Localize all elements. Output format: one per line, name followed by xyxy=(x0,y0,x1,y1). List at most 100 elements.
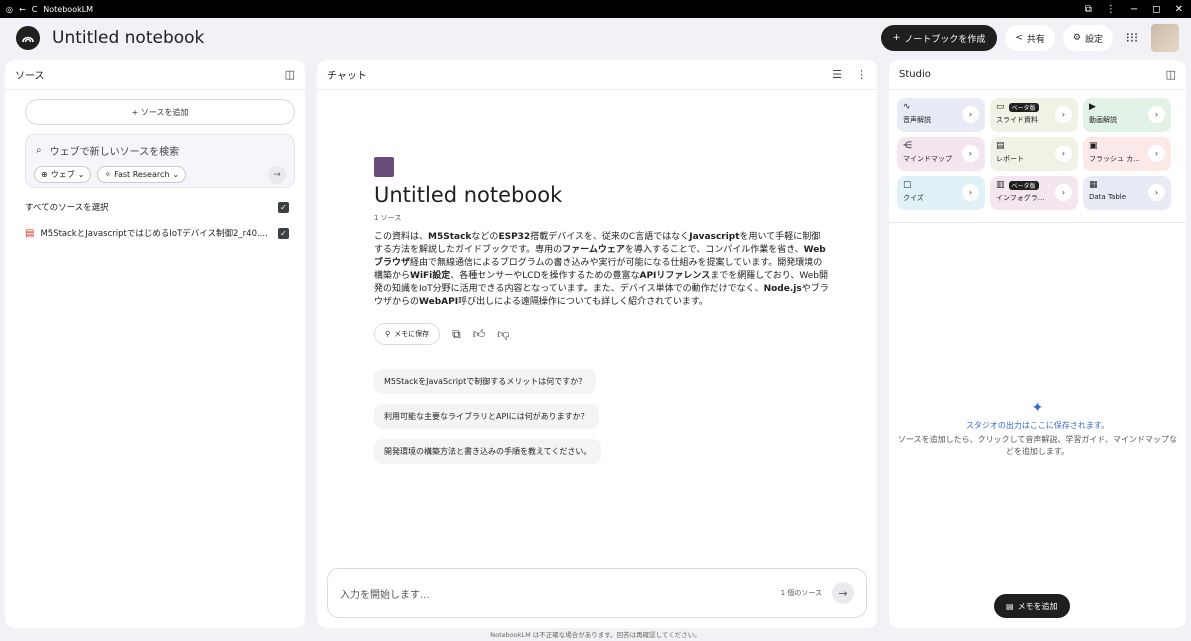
studio-tile[interactable]: ▥ ベータ版 インフォグラ... › xyxy=(990,176,1078,210)
studio-tile[interactable]: ▤ レポート › xyxy=(990,137,1078,171)
select-all-row[interactable]: すべてのソースを選択 ✓ xyxy=(5,196,305,218)
chevron-right-icon[interactable]: › xyxy=(962,106,979,123)
sources-panel: ソース ◫ + ソースを追加 ⌕ ウェブで新しいソースを検索 ⊕ ウェブ ⌄ ✧ Fast… xyxy=(5,60,305,628)
summary-segment: 呼び出しによる遠隔操作についても詳しく紹介されています。 xyxy=(458,297,708,307)
window-titlebar: ◎ ← C NotebookLM ⧉ ⋮ − ◻ ✕ xyxy=(0,0,1191,18)
maximize-button[interactable]: ◻ xyxy=(1152,4,1160,15)
chevron-down-icon: ⌄ xyxy=(172,170,180,179)
summary-segment: Javascript xyxy=(689,232,740,242)
web-source-dropdown[interactable]: ⊕ ウェブ ⌄ xyxy=(34,166,92,183)
tune-icon[interactable]: ☰ xyxy=(832,68,842,81)
thumbs-down-icon[interactable]: 👎︎ xyxy=(497,327,509,342)
suggested-question[interactable]: 開発環境の構築方法と書き込みの手順を教えてください。 xyxy=(374,439,602,464)
chevron-right-icon[interactable]: › xyxy=(1055,106,1072,123)
collapse-panel-icon[interactable]: ◫ xyxy=(285,68,295,81)
studio-panel: Studio ◫ ∿ 音声解説 › ▭ ベータ版 スライド資料 › ▶ 動画解説 › ⋲ マインドマップ… xyxy=(889,60,1186,628)
search-icon: ⌕ xyxy=(36,145,42,156)
globe-icon: ⊕ xyxy=(41,170,48,179)
research-icon: ✧ xyxy=(104,170,112,179)
studio-tile[interactable]: ▶ 動画解説 › xyxy=(1083,98,1171,132)
table-icon: ▦ xyxy=(1089,180,1098,190)
suggested-question[interactable]: M5StackをJavaScriptで制御するメリットは何ですか？ xyxy=(374,369,597,394)
studio-tile[interactable]: ⋲ マインドマップ › xyxy=(897,137,985,171)
source-checkbox[interactable]: ✓ xyxy=(278,227,289,239)
pin-icon: ⚲ xyxy=(385,330,391,338)
source-item-label: M5StackとJavascriptではじめるIoTデバイス制御2_r40...… xyxy=(40,229,268,239)
studio-tile[interactable]: ∿ 音声解説 › xyxy=(897,98,985,132)
summary-segment: Node.js xyxy=(763,284,802,294)
web-search-box: ⌕ ウェブで新しいソースを検索 ⊕ ウェブ ⌄ ✧ Fast Research ⌄ → xyxy=(25,134,295,188)
menu-button[interactable]: ⋮ xyxy=(1106,4,1116,15)
notebook-summary: この資料は、M5StackなどのESP32搭載デバイスを、従来のC言語ではなくJ… xyxy=(374,231,829,309)
plus-icon: + xyxy=(892,33,901,43)
note-icon: ▤ xyxy=(1006,601,1014,611)
send-button[interactable]: → xyxy=(832,582,854,604)
quiz-icon: ▢ xyxy=(903,180,912,190)
add-source-button[interactable]: + ソースを追加 xyxy=(25,99,295,125)
submit-search-button[interactable]: → xyxy=(268,166,286,184)
notebooklm-logo-icon[interactable] xyxy=(16,26,40,50)
chevron-right-icon[interactable]: › xyxy=(1148,106,1165,123)
share-icon: < xyxy=(1015,33,1023,43)
share-button[interactable]: < 共有 xyxy=(1005,25,1055,51)
chevron-right-icon[interactable]: › xyxy=(962,184,979,201)
extension-icon[interactable]: ⧉ xyxy=(1085,4,1092,15)
mindmap-icon: ⋲ xyxy=(903,141,912,151)
chevron-right-icon[interactable]: › xyxy=(1148,145,1165,162)
summary-segment: この資料は、 xyxy=(374,232,429,242)
summary-segment: などの xyxy=(471,232,499,242)
studio-title: Studio xyxy=(899,69,931,80)
plus-icon: + xyxy=(131,107,141,117)
pdf-icon: ▤ xyxy=(25,227,35,239)
summary-segment: ESP32 xyxy=(498,232,531,242)
chat-input[interactable]: 入力を開始します... 1 個のソース → xyxy=(327,568,867,618)
summary-segment: ファームウェア xyxy=(562,245,625,255)
audio-icon: ∿ xyxy=(903,102,911,112)
research-mode-dropdown[interactable]: ✧ Fast Research ⌄ xyxy=(97,166,187,183)
select-all-checkbox[interactable]: ✓ xyxy=(278,201,289,213)
settings-button[interactable]: ⚙ 設定 xyxy=(1062,25,1113,51)
chevron-right-icon[interactable]: › xyxy=(1055,145,1072,162)
chevron-right-icon[interactable]: › xyxy=(1148,184,1165,201)
app-small-icon: ◎ xyxy=(6,4,13,14)
suggested-question[interactable]: 利用可能な主要なライブラリとAPIには何がありますか？ xyxy=(374,404,599,429)
notebook-emoji-icon xyxy=(374,157,394,177)
studio-tile[interactable]: ▣ フラッシュ カ... › xyxy=(1083,137,1171,171)
studio-empty-state: ✦ スタジオの出力はここに保存されます。 ソースを追加したら、クリックして音声解… xyxy=(889,400,1186,458)
studio-tile[interactable]: ▭ ベータ版 スライド資料 › xyxy=(990,98,1078,132)
more-vert-icon[interactable]: ⋮ xyxy=(856,68,867,81)
collapse-panel-icon[interactable]: ◫ xyxy=(1166,68,1176,81)
thumbs-up-icon[interactable]: 👍︎ xyxy=(473,327,486,342)
summary-segment: APIリファレンス xyxy=(639,271,711,281)
reload-button[interactable]: C xyxy=(32,5,38,14)
apps-grid-icon[interactable]: ⁝⁝⁝ xyxy=(1121,27,1143,49)
studio-tiles: ∿ 音声解説 › ▭ ベータ版 スライド資料 › ▶ 動画解説 › ⋲ マインドマップ › ▤ レポート › ▣… xyxy=(889,90,1186,210)
studio-tile[interactable]: ▢ クイズ › xyxy=(897,176,985,210)
minimize-button[interactable]: − xyxy=(1130,4,1138,15)
sources-title: ソース xyxy=(15,71,45,82)
back-button[interactable]: ← xyxy=(19,5,26,14)
chat-source-count: 1 個のソース xyxy=(780,589,822,597)
chevron-right-icon[interactable]: › xyxy=(962,145,979,162)
divider xyxy=(889,222,1186,223)
source-item[interactable]: ▤ M5StackとJavascriptではじめるIoTデバイス制御2_r40.… xyxy=(5,222,305,244)
save-to-note-button[interactable]: ⚲ メモに保存 xyxy=(374,323,441,345)
empty-description: ソースを追加したら、クリックして音声解説、学習ガイド、マインドマップなどを追加し… xyxy=(897,435,1178,456)
studio-tile[interactable]: ▦ Data Table › xyxy=(1083,176,1171,210)
video-icon: ▶ xyxy=(1089,102,1096,112)
close-button[interactable]: ✕ xyxy=(1175,4,1183,15)
beta-badge: ベータ版 xyxy=(1008,180,1039,190)
chat-input-placeholder: 入力を開始します... xyxy=(340,589,430,601)
copy-icon[interactable]: ⧉ xyxy=(452,327,461,342)
chevron-right-icon[interactable]: › xyxy=(1055,184,1072,201)
app-header: Untitled notebook + ノートブックを作成 < 共有 ⚙ 設定 ⁝⁝⁝ xyxy=(0,18,1191,58)
avatar[interactable] xyxy=(1151,24,1179,52)
notebook-title[interactable]: Untitled notebook xyxy=(52,28,204,48)
select-all-label: すべてのソースを選択 xyxy=(25,203,109,213)
chat-content: Untitled notebook 1 ソース この資料は、M5Stackなどの… xyxy=(374,157,829,464)
add-note-button[interactable]: ▤ メモを追加 xyxy=(994,594,1070,618)
magic-wand-icon: ✦ xyxy=(1031,400,1044,416)
create-notebook-button[interactable]: + ノートブックを作成 xyxy=(880,25,998,51)
search-input[interactable]: ウェブで新しいソースを検索 xyxy=(50,143,180,158)
source-count: 1 ソース xyxy=(374,214,402,222)
